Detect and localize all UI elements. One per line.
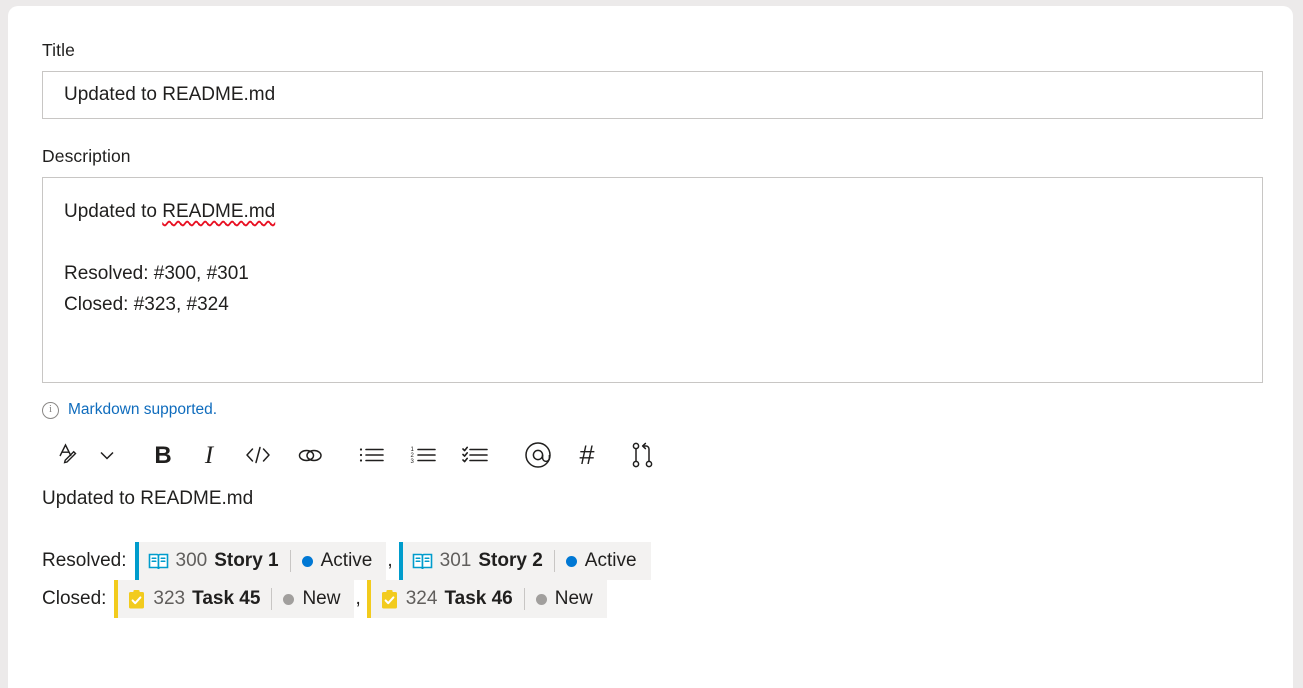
chip-title: Task 46 <box>444 588 513 609</box>
link-icon <box>296 444 324 466</box>
preview-resolved-row: Resolved: 300 Story 1 Active , 301 Story… <box>42 542 1263 580</box>
description-field-label: Description <box>42 146 131 166</box>
chip-accent-bar <box>366 580 371 618</box>
code-icon <box>244 444 272 466</box>
chevron-down-icon <box>96 444 118 466</box>
numbered-list-button[interactable]: 1 2 3 <box>402 435 446 475</box>
bulleted-list-icon <box>358 444 386 466</box>
markdown-preview: Updated to README.md Resolved: 300 Story… <box>42 486 1263 618</box>
chip-id: 324 <box>405 588 438 609</box>
resolved-label: Resolved: <box>42 550 127 571</box>
state-dot <box>283 593 295 605</box>
title-input[interactable] <box>42 71 1263 119</box>
font-style-button[interactable] <box>50 435 88 475</box>
chip-accent-bar <box>114 580 119 618</box>
mention-button[interactable] <box>516 435 560 475</box>
book-icon <box>412 552 433 571</box>
markdown-supported-hint: i Markdown supported. <box>42 400 1263 420</box>
pull-request-icon <box>630 441 656 469</box>
numbered-list-icon: 1 2 3 <box>410 444 438 466</box>
chip-accent-bar <box>398 542 403 580</box>
svg-text:3: 3 <box>411 459 415 465</box>
font-style-dropdown-button[interactable] <box>88 435 126 475</box>
chip-divider <box>553 550 555 572</box>
state-dot <box>535 593 547 605</box>
markdown-supported-label: Markdown supported. <box>68 401 218 418</box>
checklist-icon <box>462 444 490 466</box>
chip-divider <box>271 588 273 610</box>
hash-icon: # <box>579 439 595 470</box>
state-dot <box>301 555 313 567</box>
chip-id: 301 <box>439 550 472 571</box>
chip-title: Story 2 <box>478 550 543 571</box>
description-blank-line <box>64 227 1246 258</box>
chip-state: New <box>554 588 593 609</box>
clipboard-check-icon <box>127 589 146 610</box>
italic-icon: I <box>204 441 214 469</box>
work-item-chip[interactable]: 301 Story 2 Active <box>398 542 651 580</box>
state-dot <box>565 555 577 567</box>
work-item-chip[interactable]: 300 Story 1 Active <box>134 542 387 580</box>
work-item-chip[interactable]: 324 Task 46 New <box>366 580 607 618</box>
chip-id: 300 <box>175 550 208 571</box>
chip-divider <box>523 588 525 610</box>
description-line-1-misspelled: README.md <box>162 201 276 222</box>
font-pen-icon <box>56 442 82 468</box>
work-item-form-panel: Title Description Updated to README.md R… <box>8 6 1293 688</box>
bold-icon: B <box>154 441 172 469</box>
chip-separator-comma: , <box>355 588 361 609</box>
description-line-1-prefix: Updated to <box>64 201 163 222</box>
chip-id: 323 <box>153 588 186 609</box>
link-button[interactable] <box>288 435 332 475</box>
book-icon <box>148 552 169 571</box>
closed-label: Closed: <box>42 588 107 609</box>
chip-divider <box>289 550 291 572</box>
clipboard-check-icon <box>380 589 399 610</box>
italic-button[interactable]: I <box>190 435 228 475</box>
title-field-label: Title <box>42 40 75 60</box>
at-icon <box>523 440 553 470</box>
chip-title: Task 45 <box>192 588 261 609</box>
pull-request-button[interactable] <box>624 435 662 475</box>
info-icon: i <box>42 401 59 419</box>
description-line-3: Resolved: #300, #301 <box>64 263 249 284</box>
description-line-1: Updated to README.md <box>64 196 1246 227</box>
markdown-toolbar: B I 1 2 3 # <box>50 430 1263 480</box>
code-button[interactable] <box>236 435 280 475</box>
preview-closed-row: Closed: 323 Task 45 New , 324 Task 46 Ne… <box>42 580 1263 618</box>
checklist-button[interactable] <box>454 435 498 475</box>
chip-separator-comma: , <box>387 550 393 571</box>
chip-title: Story 1 <box>214 550 279 571</box>
hashtag-button[interactable]: # <box>568 435 606 475</box>
bold-button[interactable]: B <box>144 435 182 475</box>
description-line-4: Closed: #323, #324 <box>64 294 229 315</box>
bulleted-list-button[interactable] <box>350 435 394 475</box>
chip-accent-bar <box>134 542 139 580</box>
chip-state: Active <box>320 550 373 571</box>
chip-state: Active <box>584 550 637 571</box>
description-textarea[interactable]: Updated to README.md Resolved: #300, #30… <box>42 177 1263 383</box>
chip-state: New <box>302 588 341 609</box>
work-item-chip[interactable]: 323 Task 45 New <box>114 580 355 618</box>
preview-heading: Updated to README.md <box>42 488 254 509</box>
